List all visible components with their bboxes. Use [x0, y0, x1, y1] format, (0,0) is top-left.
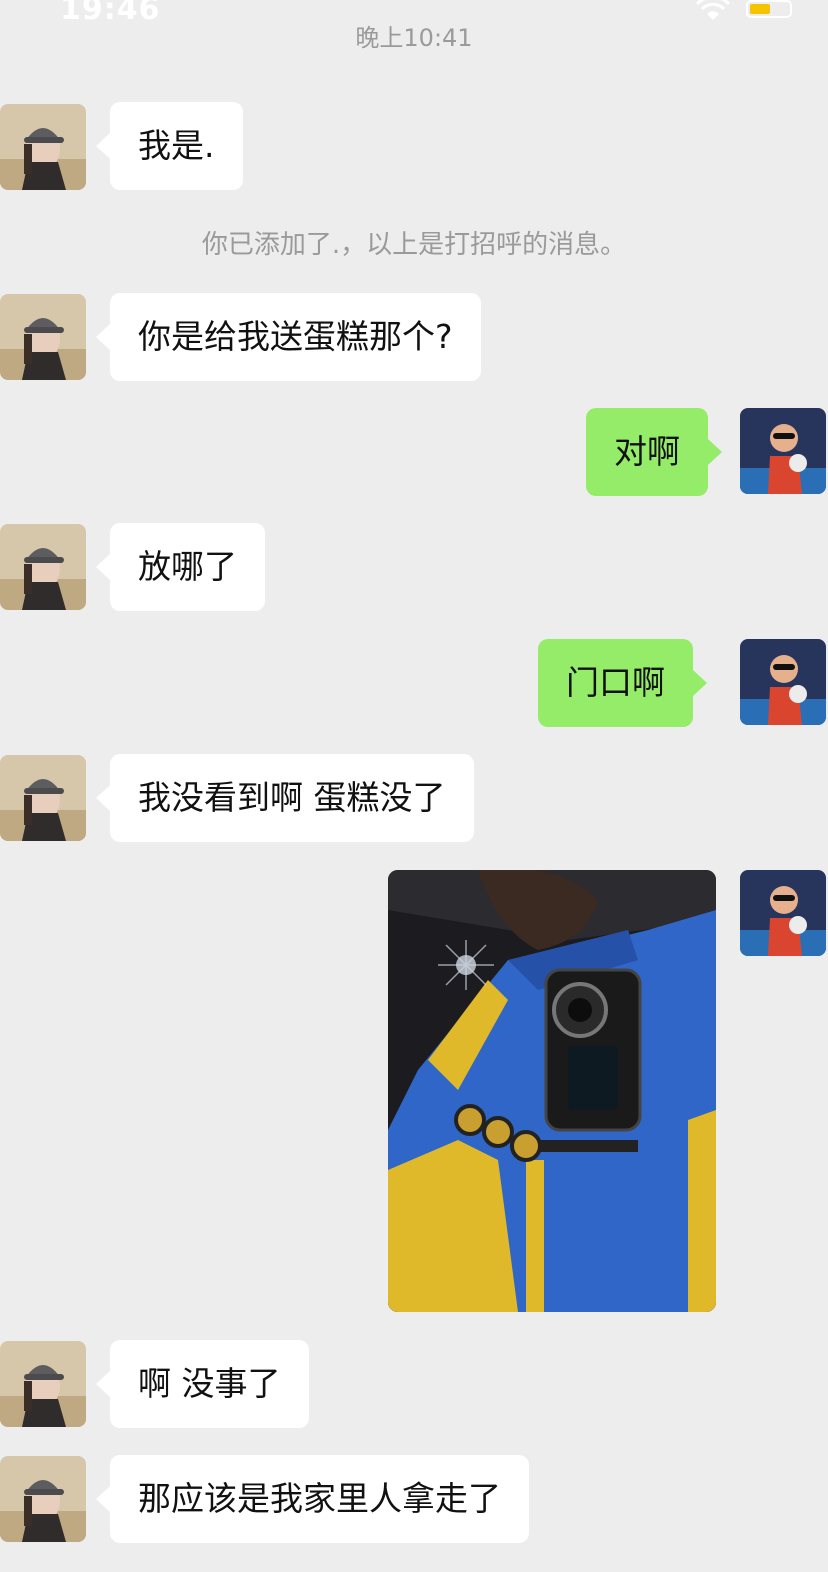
system-note: 你已添加了.，以上是打招呼的消息。	[201, 230, 627, 260]
message-bubble-incoming[interactable]: 你是给我送蛋糕那个?	[96, 293, 481, 381]
message-bubble-incoming[interactable]: 我是.	[96, 102, 243, 190]
message-bubble-outgoing[interactable]: 对啊	[586, 408, 722, 496]
user-avatar[interactable]	[740, 870, 826, 956]
message-bubble-outgoing[interactable]: 门口啊	[538, 639, 707, 727]
contact-avatar[interactable]	[0, 1456, 86, 1542]
message-bubble-incoming[interactable]: 放哪了	[96, 523, 265, 611]
contact-avatar[interactable]	[0, 524, 86, 610]
battery-level	[750, 4, 770, 14]
user-avatar[interactable]	[740, 639, 826, 725]
message-bubble-incoming[interactable]: 我没看到啊 蛋糕没了	[96, 754, 474, 842]
contact-avatar[interactable]	[0, 755, 86, 841]
contact-avatar[interactable]	[0, 1341, 86, 1427]
image-message-photo[interactable]	[388, 870, 716, 1312]
contact-avatar[interactable]	[0, 294, 86, 380]
battery-icon	[746, 0, 792, 18]
message-bubble-incoming[interactable]: 啊 没事了	[96, 1340, 309, 1428]
contact-avatar[interactable]	[0, 104, 86, 190]
message-bubble-incoming[interactable]: 那应该是我家里人拿走了	[96, 1455, 529, 1543]
chat-timestamp: 晚上10:41	[355, 24, 473, 52]
user-avatar[interactable]	[740, 408, 826, 494]
